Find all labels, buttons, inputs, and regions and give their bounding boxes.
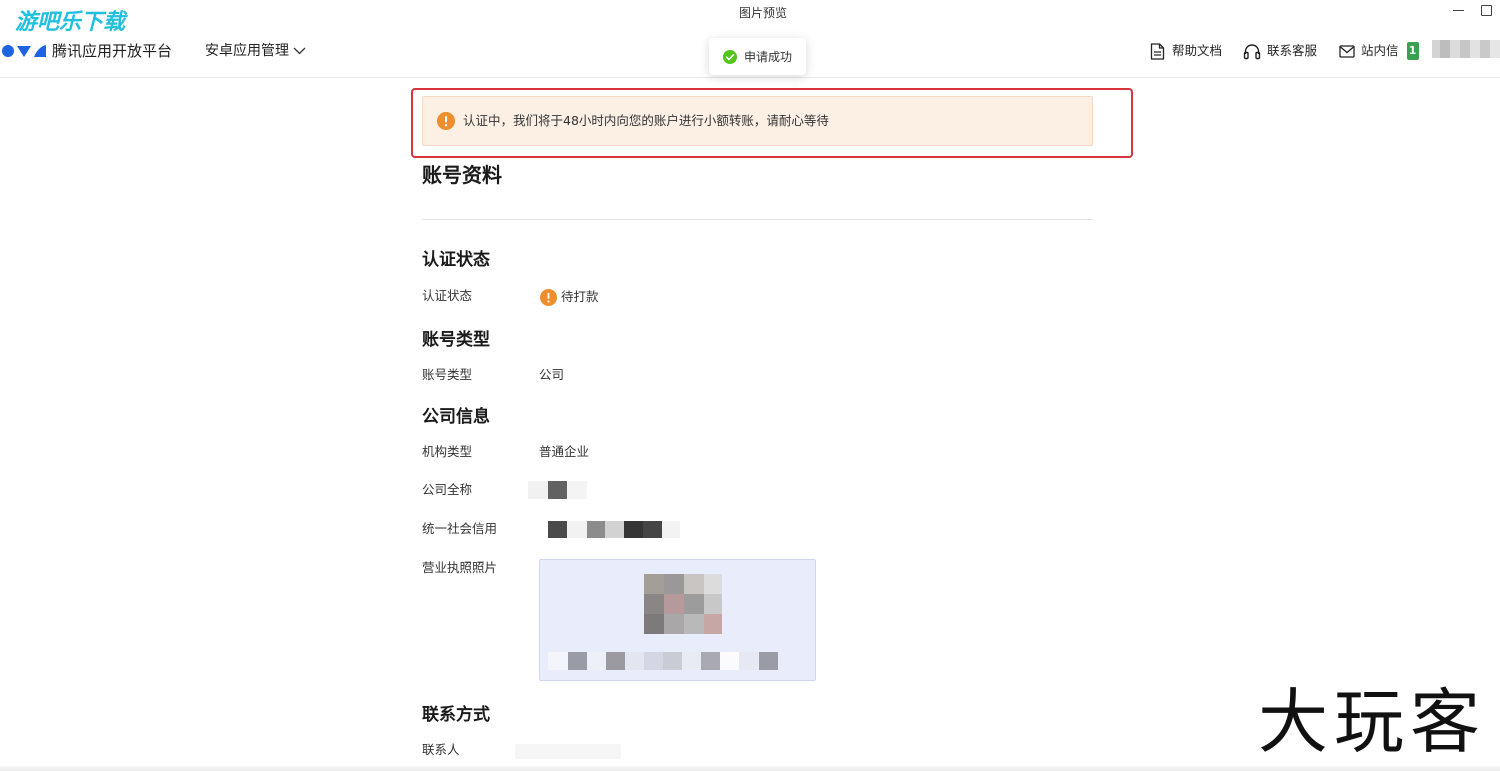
mail-icon xyxy=(1339,44,1355,58)
warning-icon xyxy=(437,112,455,130)
unread-count-badge: 1 xyxy=(1406,42,1419,60)
help-docs-link[interactable]: 帮助文档 xyxy=(1150,42,1222,60)
contact-support-link[interactable]: 联系客服 xyxy=(1243,42,1317,60)
field-label-account-type: 账号类型 xyxy=(422,367,473,382)
document-icon xyxy=(1150,42,1165,60)
inbox-label: 站内信 xyxy=(1361,43,1399,58)
check-circle-icon xyxy=(723,49,737,64)
field-label-verification-status: 认证状态 xyxy=(422,288,473,303)
status-text: 待打款 xyxy=(561,289,599,304)
field-label-credit-code: 统一社会信用 xyxy=(422,521,498,536)
org-type-value: 普通企业 xyxy=(539,444,590,459)
nav-menu-label: 安卓应用管理 xyxy=(205,43,289,59)
contact-person-redacted xyxy=(515,744,621,759)
brand-logo[interactable] xyxy=(1,44,47,58)
verification-status-value: 待打款 xyxy=(540,288,599,306)
section-title-company-info: 公司信息 xyxy=(422,407,490,427)
watermark-top-left: 游吧乐下载 xyxy=(15,10,126,35)
contact-support-label: 联系客服 xyxy=(1267,43,1318,58)
headset-icon xyxy=(1243,43,1261,59)
inbox-link[interactable]: 站内信 1 xyxy=(1339,42,1419,60)
account-type-value: 公司 xyxy=(539,367,565,382)
verification-alert: 认证中，我们将于48小时内向您的账户进行小额转账，请耐心等待 xyxy=(422,96,1093,146)
page-title: 账号资料 xyxy=(422,163,502,187)
credit-code-redacted xyxy=(548,521,682,538)
field-label-business-license: 营业执照照片 xyxy=(422,560,498,575)
window-bottom-edge xyxy=(0,766,1500,771)
field-label-contact-person: 联系人 xyxy=(422,742,460,757)
field-label-company-name: 公司全称 xyxy=(422,482,473,497)
brand-name[interactable]: 腾讯应用开放平台 xyxy=(52,42,172,60)
chevron-down-icon xyxy=(293,47,306,55)
minimize-button[interactable] xyxy=(1451,3,1467,17)
section-title-contact: 联系方式 xyxy=(422,705,490,725)
header-divider xyxy=(0,77,1500,78)
maximize-button[interactable] xyxy=(1478,2,1494,18)
alert-message: 认证中，我们将于48小时内向您的账户进行小额转账，请耐心等待 xyxy=(463,113,829,128)
section-title-verification: 认证状态 xyxy=(422,250,490,270)
company-name-redacted xyxy=(528,481,588,499)
title-divider xyxy=(422,219,1093,220)
toast-message: 申请成功 xyxy=(744,49,793,64)
watermark-bottom-right: 大玩客 xyxy=(1258,681,1486,763)
business-license-image[interactable] xyxy=(539,559,816,681)
warning-icon xyxy=(540,288,557,306)
section-title-account-type: 账号类型 xyxy=(422,330,490,350)
field-label-org-type: 机构类型 xyxy=(422,444,473,459)
window-title: 图片预览 xyxy=(738,6,787,20)
help-docs-label: 帮助文档 xyxy=(1172,43,1223,58)
user-avatar[interactable] xyxy=(1432,40,1500,58)
android-app-management-menu[interactable]: 安卓应用管理 xyxy=(205,42,306,60)
success-toast: 申请成功 xyxy=(709,38,806,75)
